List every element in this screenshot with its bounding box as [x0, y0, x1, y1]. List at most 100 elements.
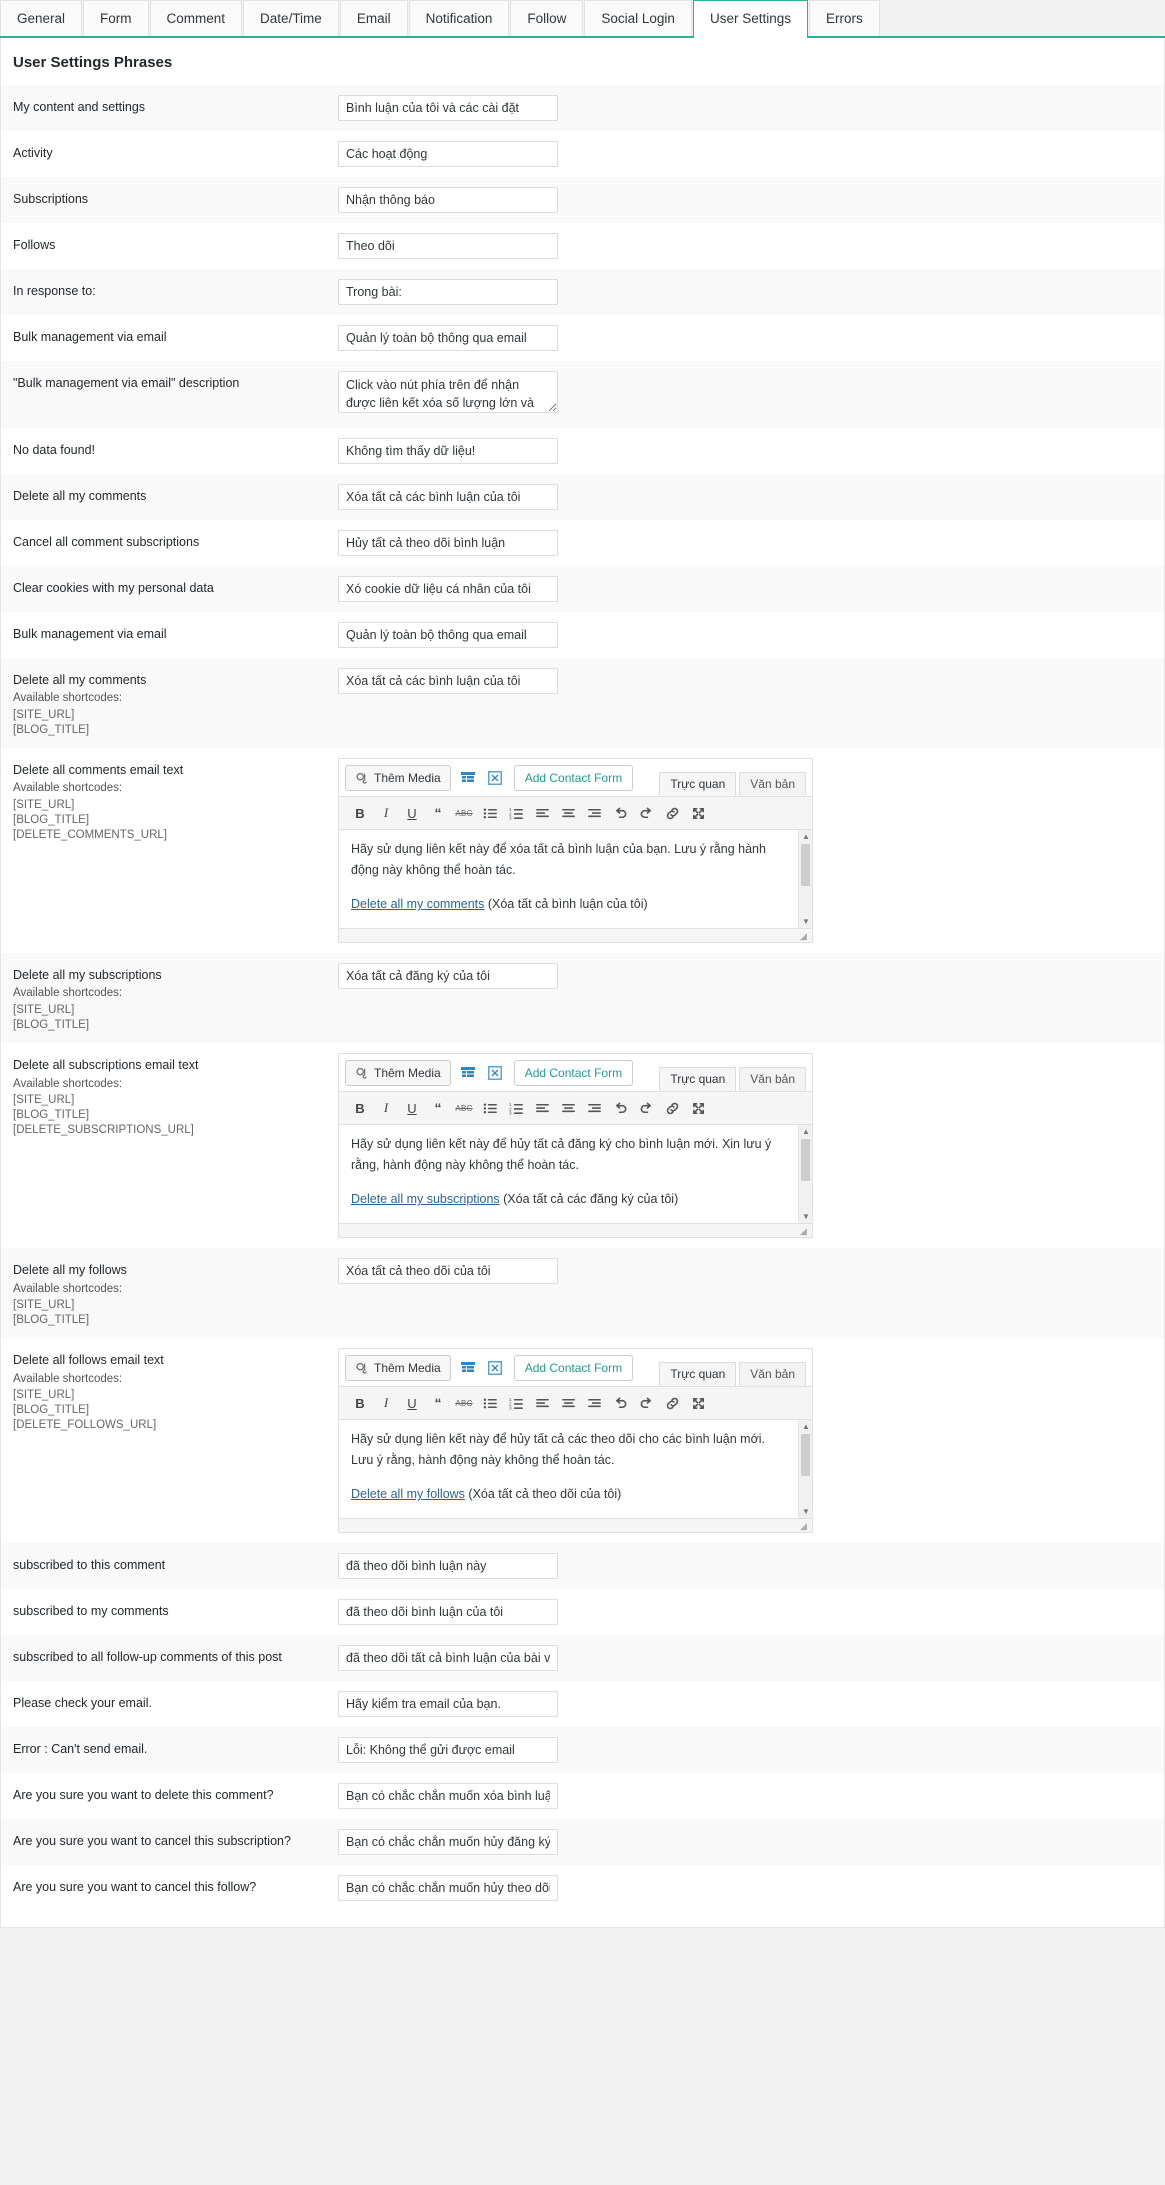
phrase-input[interactable]: [338, 1691, 558, 1718]
redo-button[interactable]: [633, 801, 659, 825]
editor-visual-tab[interactable]: Trực quan: [659, 1362, 737, 1387]
align-right-button[interactable]: [581, 1391, 607, 1415]
ordered-list-button[interactable]: 123: [503, 1391, 529, 1415]
phrase-input[interactable]: [338, 1875, 558, 1902]
tab-social-login[interactable]: Social Login: [584, 0, 692, 36]
align-center-button[interactable]: [555, 1096, 581, 1120]
ordered-list-button[interactable]: 123: [503, 801, 529, 825]
editor-text-tab[interactable]: Văn bản: [739, 772, 806, 797]
insert-table-icon[interactable]: [458, 768, 478, 788]
resize-grip-icon[interactable]: ◢: [800, 1226, 810, 1236]
undo-button[interactable]: [607, 801, 633, 825]
phrase-input[interactable]: [338, 1645, 558, 1672]
underline-button[interactable]: U: [399, 801, 425, 825]
scroll-down-icon[interactable]: ▼: [799, 915, 812, 928]
underline-button[interactable]: U: [399, 1391, 425, 1415]
resize-grip-icon[interactable]: ◢: [800, 1521, 810, 1531]
add-media-button[interactable]: Thêm Media: [345, 765, 451, 792]
align-right-button[interactable]: [581, 801, 607, 825]
insert-link-button[interactable]: [659, 1391, 685, 1415]
unordered-list-button[interactable]: [477, 1391, 503, 1415]
add-contact-form-button[interactable]: Add Contact Form: [513, 1060, 634, 1087]
strikethrough-button[interactable]: ABC: [451, 1096, 477, 1120]
align-left-button[interactable]: [529, 1096, 555, 1120]
scrollbar-thumb[interactable]: [801, 1434, 810, 1477]
editor-resize-bar[interactable]: ◢: [339, 928, 812, 943]
editor-text-tab[interactable]: Văn bản: [739, 1362, 806, 1387]
scroll-up-icon[interactable]: ▲: [799, 830, 812, 843]
editor-content-area[interactable]: Hãy sử dụng liên kết này để hủy tất cả đ…: [339, 1125, 812, 1224]
phrase-input[interactable]: [338, 1783, 558, 1810]
phrase-input[interactable]: [338, 1737, 558, 1764]
strikethrough-button[interactable]: ABC: [451, 1391, 477, 1415]
phrase-input[interactable]: [338, 325, 558, 351]
fullscreen-button[interactable]: [685, 1096, 711, 1120]
editor-text-tab[interactable]: Văn bản: [739, 1067, 806, 1092]
scrollbar-thumb[interactable]: [801, 844, 810, 887]
editor-resize-bar[interactable]: ◢: [339, 1518, 812, 1533]
insert-table-icon[interactable]: [458, 1063, 478, 1083]
blockquote-button[interactable]: “: [425, 1096, 451, 1120]
phrase-input[interactable]: [338, 233, 558, 259]
phrase-textarea[interactable]: [338, 371, 558, 413]
align-left-button[interactable]: [529, 801, 555, 825]
blockquote-button[interactable]: “: [425, 1391, 451, 1415]
editor-content-area[interactable]: Hãy sử dụng liên kết này để hủy tất cả c…: [339, 1420, 812, 1519]
phrase-input[interactable]: [338, 1258, 558, 1285]
phrase-input[interactable]: [338, 438, 558, 464]
tab-errors[interactable]: Errors: [809, 0, 880, 36]
add-media-button[interactable]: Thêm Media: [345, 1060, 451, 1087]
italic-button[interactable]: I: [373, 801, 399, 825]
align-center-button[interactable]: [555, 1391, 581, 1415]
resize-grip-icon[interactable]: ◢: [800, 931, 810, 941]
insert-link-button[interactable]: [659, 801, 685, 825]
editor-inline-link[interactable]: Delete all my subscriptions: [351, 1192, 500, 1206]
fullscreen-button[interactable]: [685, 801, 711, 825]
tab-follow[interactable]: Follow: [510, 0, 584, 36]
phrase-input[interactable]: [338, 1599, 558, 1626]
underline-button[interactable]: U: [399, 1096, 425, 1120]
blockquote-button[interactable]: “: [425, 801, 451, 825]
phrase-input[interactable]: [338, 622, 558, 648]
editor-scrollbar[interactable]: ▲ ▼: [798, 1420, 812, 1519]
editor-visual-tab[interactable]: Trực quan: [659, 772, 737, 797]
ordered-list-button[interactable]: 123: [503, 1096, 529, 1120]
phrase-input[interactable]: [338, 279, 558, 305]
editor-content-area[interactable]: Hãy sử dụng liên kết này để xóa tất cả b…: [339, 830, 812, 929]
bold-button[interactable]: B: [347, 801, 373, 825]
bold-button[interactable]: B: [347, 1096, 373, 1120]
insert-link-button[interactable]: [659, 1096, 685, 1120]
tab-email[interactable]: Email: [339, 0, 408, 36]
bold-button[interactable]: B: [347, 1391, 373, 1415]
scrollbar-thumb[interactable]: [801, 1139, 810, 1182]
editor-mode-tabs[interactable]: Trực quan Văn bản: [656, 772, 806, 797]
redo-button[interactable]: [633, 1391, 659, 1415]
redo-button[interactable]: [633, 1096, 659, 1120]
phrase-input[interactable]: [338, 187, 558, 213]
align-left-button[interactable]: [529, 1391, 555, 1415]
insert-form-icon[interactable]: [485, 1358, 505, 1378]
add-media-button[interactable]: Thêm Media: [345, 1355, 451, 1382]
undo-button[interactable]: [607, 1391, 633, 1415]
editor-inline-link[interactable]: Delete all my follows: [351, 1487, 465, 1501]
scroll-up-icon[interactable]: ▲: [799, 1420, 812, 1433]
tab-user-settings[interactable]: User Settings: [692, 0, 808, 38]
italic-button[interactable]: I: [373, 1096, 399, 1120]
scroll-down-icon[interactable]: ▼: [799, 1210, 812, 1223]
italic-button[interactable]: I: [373, 1391, 399, 1415]
tab-form[interactable]: Form: [83, 0, 149, 36]
editor-mode-tabs[interactable]: Trực quan Văn bản: [656, 1362, 806, 1387]
phrase-input[interactable]: [338, 668, 558, 694]
insert-form-icon[interactable]: [485, 1063, 505, 1083]
phrase-input[interactable]: [338, 530, 558, 556]
align-center-button[interactable]: [555, 801, 581, 825]
undo-button[interactable]: [607, 1096, 633, 1120]
editor-inline-link[interactable]: Delete all my comments: [351, 897, 484, 911]
add-contact-form-button[interactable]: Add Contact Form: [513, 1355, 634, 1382]
editor-visual-tab[interactable]: Trực quan: [659, 1067, 737, 1092]
tab-notification[interactable]: Notification: [408, 0, 510, 36]
phrase-input[interactable]: [338, 141, 558, 167]
phrase-input[interactable]: [338, 1829, 558, 1856]
phrase-input[interactable]: [338, 963, 558, 990]
tab-comment[interactable]: Comment: [149, 0, 243, 36]
